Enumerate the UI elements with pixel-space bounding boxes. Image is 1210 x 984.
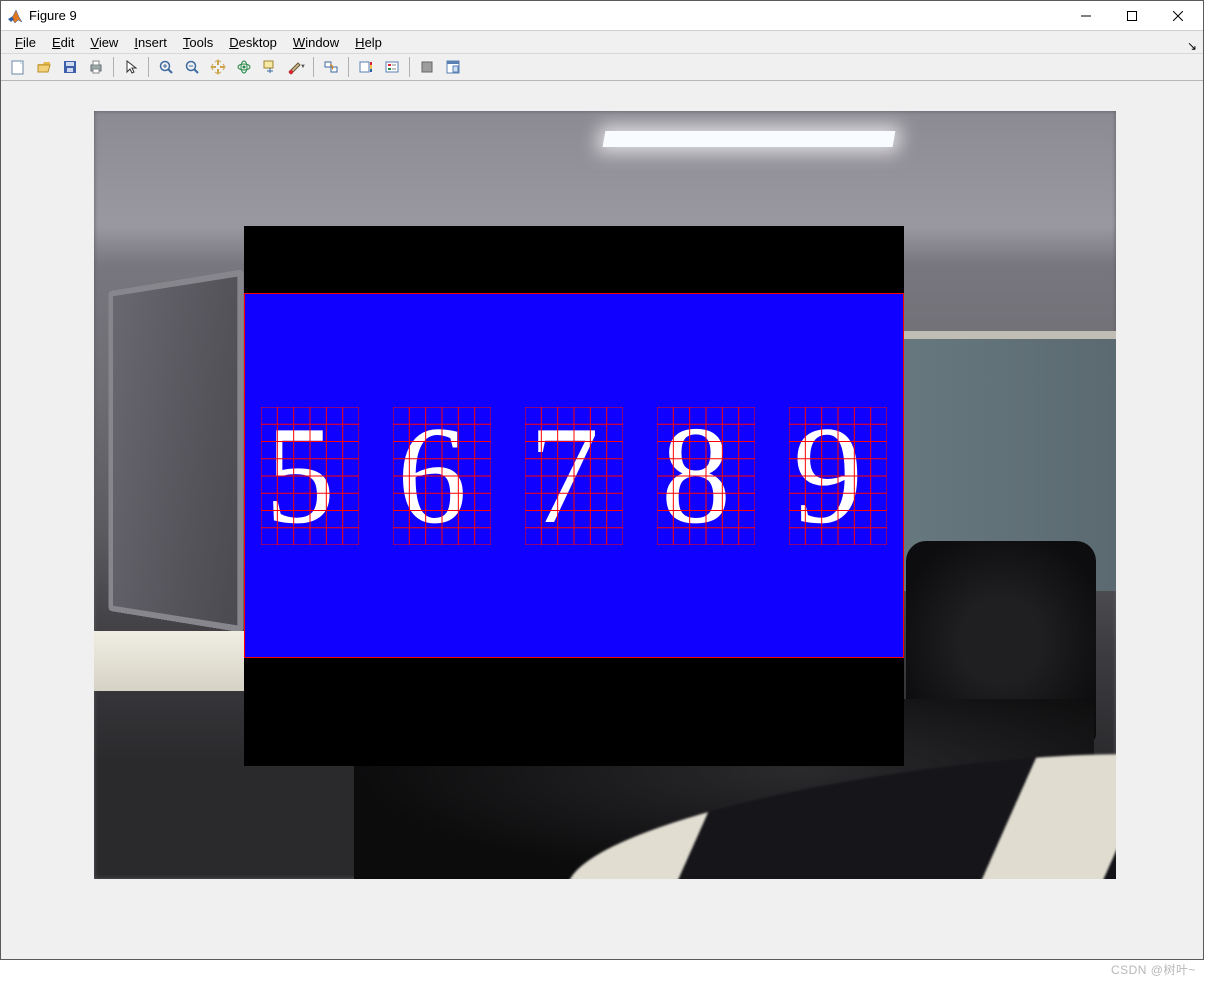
print-button[interactable] bbox=[84, 56, 108, 78]
figure-canvas[interactable]: 5 6 7 8 9 bbox=[1, 81, 1203, 959]
open-button[interactable] bbox=[32, 56, 56, 78]
digit-cell-0: 5 bbox=[265, 411, 355, 541]
menu-bar: File Edit View Insert Tools Desktop Wind… bbox=[1, 31, 1203, 53]
digit-cell-2: 7 bbox=[529, 411, 619, 541]
legend-button[interactable] bbox=[380, 56, 404, 78]
digit-value: 7 bbox=[529, 398, 599, 553]
maximize-button[interactable] bbox=[1109, 1, 1155, 31]
watermark-text: CSDN @树叶~ bbox=[1111, 961, 1196, 978]
rotate-3d-button[interactable] bbox=[232, 56, 256, 78]
link-plots-button[interactable] bbox=[319, 56, 343, 78]
colorbar-button[interactable] bbox=[354, 56, 378, 78]
dock-figure-button[interactable] bbox=[441, 56, 465, 78]
hide-tools-button[interactable] bbox=[415, 56, 439, 78]
menu-window[interactable]: Window bbox=[285, 33, 347, 52]
data-cursor-button[interactable] bbox=[258, 56, 282, 78]
window-title: Figure 9 bbox=[29, 8, 77, 23]
brush-button[interactable]: ▼ bbox=[284, 56, 308, 78]
new-figure-button[interactable] bbox=[6, 56, 30, 78]
zoom-out-button[interactable] bbox=[180, 56, 204, 78]
digit-row: 5 6 7 8 9 bbox=[244, 401, 904, 551]
menu-view[interactable]: View bbox=[82, 33, 126, 52]
menu-help[interactable]: Help bbox=[347, 33, 390, 52]
matlab-icon bbox=[7, 8, 23, 24]
digit-cell-3: 8 bbox=[661, 411, 751, 541]
digit-cell-4: 9 bbox=[793, 411, 883, 541]
menu-tools[interactable]: Tools bbox=[175, 33, 221, 52]
toolbar: ▼ bbox=[1, 53, 1203, 81]
menu-insert[interactable]: Insert bbox=[126, 33, 175, 52]
menu-file[interactable]: File bbox=[7, 33, 44, 52]
menu-edit[interactable]: Edit bbox=[44, 33, 82, 52]
save-button[interactable] bbox=[58, 56, 82, 78]
digit-value: 6 bbox=[397, 398, 467, 553]
close-button[interactable] bbox=[1155, 1, 1201, 31]
zoom-in-button[interactable] bbox=[154, 56, 178, 78]
menu-desktop[interactable]: Desktop bbox=[221, 33, 285, 52]
digit-value: 5 bbox=[265, 398, 335, 553]
digit-value: 8 bbox=[661, 398, 731, 553]
axes-image: 5 6 7 8 9 bbox=[94, 111, 1116, 879]
figure-window: Figure 9 File Edit View Insert Tools Des… bbox=[0, 0, 1204, 960]
pan-button[interactable] bbox=[206, 56, 230, 78]
dock-arrow-icon[interactable]: ↘ bbox=[1187, 39, 1197, 53]
digit-value: 9 bbox=[793, 398, 863, 553]
pointer-button[interactable] bbox=[119, 56, 143, 78]
digit-cell-1: 6 bbox=[397, 411, 487, 541]
minimize-button[interactable] bbox=[1063, 1, 1109, 31]
title-bar: Figure 9 bbox=[1, 1, 1203, 31]
